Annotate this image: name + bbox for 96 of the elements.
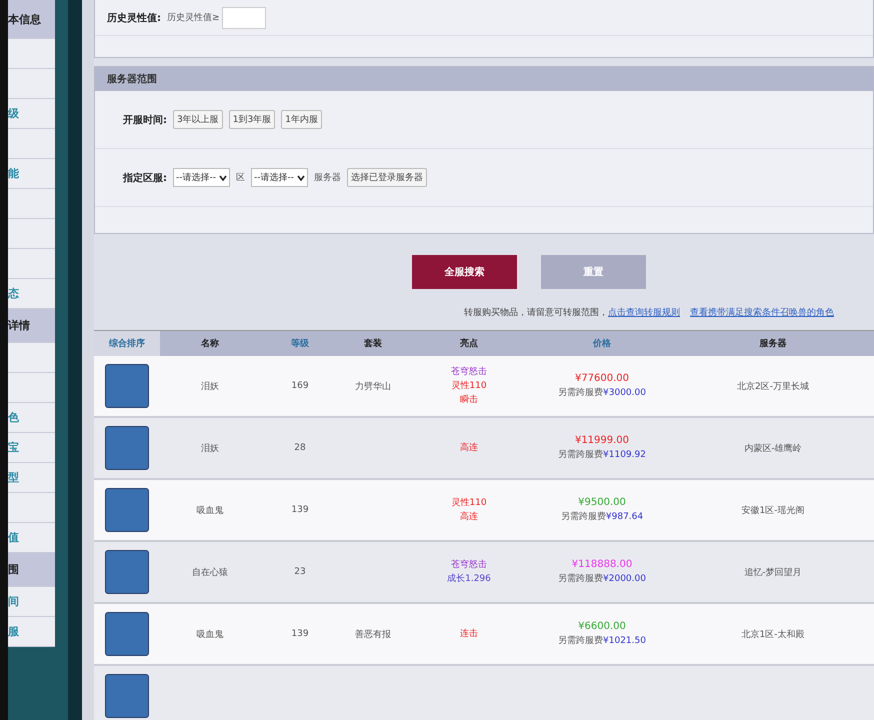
sidebar-item[interactable] (8, 249, 55, 279)
highlight-text: 瞬击 (459, 394, 479, 407)
highlight-text: 灵性110 (450, 380, 488, 393)
option-button[interactable]: 1到3年服 (228, 110, 276, 129)
table-cell: 泪妖 (160, 417, 260, 479)
section-header: 服务器范围 (95, 67, 873, 91)
sidebar-item[interactable] (8, 219, 55, 249)
highlight-text: 成长1.296 (446, 572, 492, 586)
avatar-picture (105, 612, 149, 656)
search-button[interactable]: 全服搜索 (412, 255, 517, 289)
price-text: ¥77600.00 (574, 373, 630, 384)
chevron-icon (219, 174, 227, 180)
sidebar-item[interactable]: 型 (8, 463, 55, 493)
select-server-button[interactable]: 选择已登录服务器 (347, 168, 427, 187)
column-header: 服务器 (672, 330, 874, 356)
avatar-picture (105, 550, 149, 594)
fee-label: 另需跨服费 (558, 574, 604, 584)
price-text: ¥118888.00 (570, 559, 634, 570)
highlight-text: 灵性110 (450, 496, 488, 510)
sidebar-item[interactable]: 间 (8, 587, 55, 617)
sidebar-item[interactable] (8, 189, 55, 219)
table-cell: 北京1区-太和殿 (672, 603, 874, 665)
fee-label: 另需跨服费 (558, 636, 604, 646)
table-cell: 追忆-梦回望月 (672, 541, 874, 603)
chevron-icon (297, 174, 305, 180)
sidebar-header[interactable]: 本信息 (8, 0, 55, 39)
price-text: ¥9500.00 (577, 497, 627, 508)
table-cell: 139 (260, 479, 340, 541)
field-label: 指定区服: (123, 171, 167, 184)
table-cell: 169 (260, 356, 340, 417)
sort-tab[interactable]: 价格 (532, 330, 672, 356)
avatar-picture (105, 426, 149, 470)
table-cell: 泪妖 (160, 356, 260, 417)
dropdown[interactable]: --请选择-- (251, 168, 308, 187)
column-header: 套装 (340, 330, 406, 356)
highlight-text: 苍穹怒击 (450, 558, 488, 572)
table-cell: 23 (260, 541, 340, 603)
table-cell: 内蒙区-雄鹰岭 (672, 417, 874, 479)
fee-amount: ¥1109.92 (603, 450, 646, 460)
sidebar-item[interactable] (8, 373, 55, 403)
table-cell: 力劈华山 (340, 356, 406, 417)
fee-label: 另需跨服费 (558, 388, 604, 398)
column-header: 亮点 (406, 330, 532, 356)
sidebar-item[interactable]: 能 (8, 159, 55, 189)
fee-amount: ¥3000.00 (603, 388, 646, 398)
reset-button[interactable]: 重置 (541, 255, 646, 289)
field-label: 区 (236, 172, 245, 184)
dropdown[interactable]: --请选择-- (173, 168, 230, 187)
rules-link[interactable]: 点击查询转服规则 (608, 306, 680, 319)
table-cell: 28 (260, 417, 340, 479)
table-cell: 139 (260, 603, 340, 665)
fee-amount: ¥987.64 (606, 512, 644, 522)
sidebar-header[interactable]: 围 (8, 553, 55, 587)
highlight-text: 高连 (459, 442, 479, 455)
input-field[interactable] (222, 6, 266, 28)
fee-label: 另需跨服费 (560, 512, 606, 522)
fee-amount: ¥1021.50 (603, 636, 646, 646)
sidebar-item[interactable] (8, 493, 55, 523)
sidebar-item[interactable]: 值 (8, 523, 55, 553)
price-text: ¥6600.00 (577, 621, 627, 632)
option-button[interactable]: 1年内服 (281, 110, 322, 129)
sidebar-header[interactable]: 详情 (8, 309, 55, 343)
avatar-picture (105, 674, 149, 718)
fee-amount: ¥2000.00 (603, 574, 646, 584)
table-cell: 吸血鬼 (160, 603, 260, 665)
notice-text: 转服购买物品，请留意可转服范围， (464, 306, 608, 319)
sidebar-item[interactable]: 宝 (8, 433, 55, 463)
avatar-picture (105, 364, 149, 408)
table-cell: 吸血鬼 (160, 479, 260, 541)
sidebar-item[interactable]: 服 (8, 617, 55, 647)
avatar-picture (105, 488, 149, 532)
fee-label: 另需跨服费 (558, 450, 604, 460)
table-cell: 善恶有报 (340, 603, 406, 665)
sidebar-item[interactable] (8, 69, 55, 99)
sidebar-item[interactable] (8, 129, 55, 159)
field-label: 历史灵性值: (107, 12, 161, 24)
table-cell: 安徽1区-瑶光阁 (672, 479, 874, 541)
field-label: 服务器 (314, 172, 341, 184)
roles-link[interactable]: 查看携带满足搜索条件召唤兽的角色 (690, 306, 834, 319)
price-text: ¥11999.00 (574, 435, 630, 446)
table-cell: 自在心猿 (160, 541, 260, 603)
option-button[interactable]: 3年以上服 (173, 110, 223, 129)
column-header: 名称 (160, 330, 260, 356)
sidebar-item[interactable]: 态 (8, 279, 55, 309)
field-prefix: 历史灵性值≥ (167, 12, 220, 24)
sidebar-item[interactable] (8, 39, 55, 69)
sort-tab[interactable]: 等级 (260, 330, 340, 356)
sidebar-item[interactable] (8, 343, 55, 373)
sort-tab[interactable]: 综合排序 (94, 330, 160, 356)
highlight-text: 苍穹怒击 (450, 366, 488, 379)
sidebar-item[interactable]: 色 (8, 403, 55, 433)
highlight-text: 连击 (459, 628, 479, 641)
field-label: 开服时间: (123, 114, 167, 126)
sidebar-item[interactable]: 级 (8, 99, 55, 129)
highlight-text: 高连 (459, 510, 479, 524)
table-cell: 北京2区-万里长城 (672, 356, 874, 417)
